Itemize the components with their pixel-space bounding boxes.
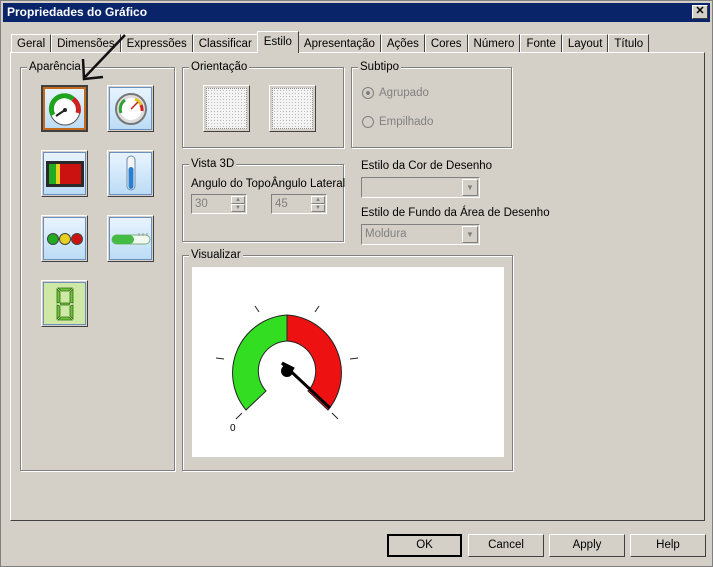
draw-bg-label: Estilo de Fundo da Área de Desenho	[361, 207, 550, 219]
spin-arrows-icon[interactable]: ▲ ▼	[311, 196, 325, 212]
side-angle-spinner[interactable]: 45 ▲ ▼	[271, 194, 327, 214]
close-icon[interactable]: ✕	[692, 5, 708, 19]
gauge-preview: 0	[215, 305, 359, 434]
style-bar-traffic-button[interactable]	[41, 150, 88, 197]
bar-traffic-icon	[43, 152, 86, 195]
traffic-lights-icon	[43, 217, 86, 260]
gauge-green-icon	[43, 87, 86, 130]
preview-canvas: 0	[192, 267, 504, 457]
side-angle-value: 45	[275, 198, 288, 210]
top-angle-value: 30	[195, 198, 208, 210]
subtype-group: Subtipo	[351, 60, 512, 148]
tab-titulo[interactable]: Título	[608, 34, 650, 53]
style-traffic-lights-button[interactable]	[41, 215, 88, 262]
orientation-label: Orientação	[189, 60, 250, 74]
gauge-zero-label: 0	[230, 423, 236, 434]
style-progress-bar-button[interactable]	[107, 215, 154, 262]
tab-estilo[interactable]: Estilo	[256, 31, 299, 53]
side-angle-label: Ângulo Lateral	[271, 178, 346, 190]
subtype-grouped-radio[interactable]: Agrupado	[362, 87, 429, 99]
ok-button[interactable]: OK	[387, 534, 462, 557]
gauge-grey-icon	[109, 87, 152, 130]
subtype-stacked-radio[interactable]: Empilhado	[362, 116, 433, 128]
vista3d-label: Vista 3D	[189, 157, 237, 171]
subtype-grouped-label: Agrupado	[379, 87, 429, 99]
tab-expressoes[interactable]: Expressões	[120, 34, 193, 53]
style-thermometer-button[interactable]	[107, 150, 154, 197]
subtype-stacked-label: Empilhado	[379, 116, 434, 128]
appearance-label: Aparência	[27, 60, 83, 74]
preview-label: Visualizar	[189, 248, 243, 262]
spin-arrows-icon[interactable]: ▲ ▼	[231, 196, 245, 212]
tab-numero[interactable]: Número	[467, 34, 521, 53]
tab-fonte[interactable]: Fonte	[520, 34, 562, 53]
radio-icon	[362, 87, 374, 99]
dialog-window: Propriedades do Gráfico ✕ Geral Dimensõe…	[0, 0, 713, 567]
tab-classificar[interactable]: Classificar	[192, 34, 258, 53]
draw-bg-select[interactable]: Moldura ▼	[361, 224, 480, 245]
draw-bg-value: Moldura	[365, 228, 407, 240]
help-button[interactable]: Help	[630, 534, 706, 557]
style-digital-button[interactable]	[41, 280, 88, 327]
tab-geral[interactable]: Geral	[11, 34, 52, 53]
cancel-button[interactable]: Cancel	[468, 534, 544, 557]
draw-color-label: Estilo da Cor de Desenho	[361, 160, 493, 172]
arrow-annotation-icon	[81, 34, 126, 81]
tab-cores[interactable]: Cores	[424, 34, 468, 53]
style-gauge-green-button[interactable]	[41, 85, 88, 132]
tab-layout[interactable]: Layout	[561, 34, 609, 53]
progress-bar-icon	[109, 217, 152, 260]
title-bar: Propriedades do Gráfico ✕	[3, 3, 710, 22]
window-title: Propriedades do Gráfico	[7, 5, 148, 19]
pattern-icon	[272, 88, 313, 129]
apply-button[interactable]: Apply	[549, 534, 625, 557]
tab-acoes[interactable]: Ações	[380, 34, 425, 53]
top-angle-spinner[interactable]: 30 ▲ ▼	[191, 194, 247, 214]
top-angle-label: Angulo do Topo	[191, 178, 271, 190]
pattern-icon	[206, 88, 247, 129]
chevron-down-icon[interactable]: ▼	[462, 179, 478, 196]
style-gauge-grey-button[interactable]	[107, 85, 154, 132]
orientation-horizontal-button[interactable]	[269, 85, 316, 132]
subtype-label: Subtipo	[358, 60, 402, 74]
chevron-down-icon[interactable]: ▼	[462, 226, 478, 243]
orientation-vertical-button[interactable]	[203, 85, 250, 132]
radio-icon	[362, 116, 374, 128]
digital-eight-icon	[43, 282, 86, 325]
thermometer-icon	[109, 152, 152, 195]
draw-color-select[interactable]: ▼	[361, 177, 480, 198]
tab-apresentacao[interactable]: Apresentação	[297, 34, 381, 53]
